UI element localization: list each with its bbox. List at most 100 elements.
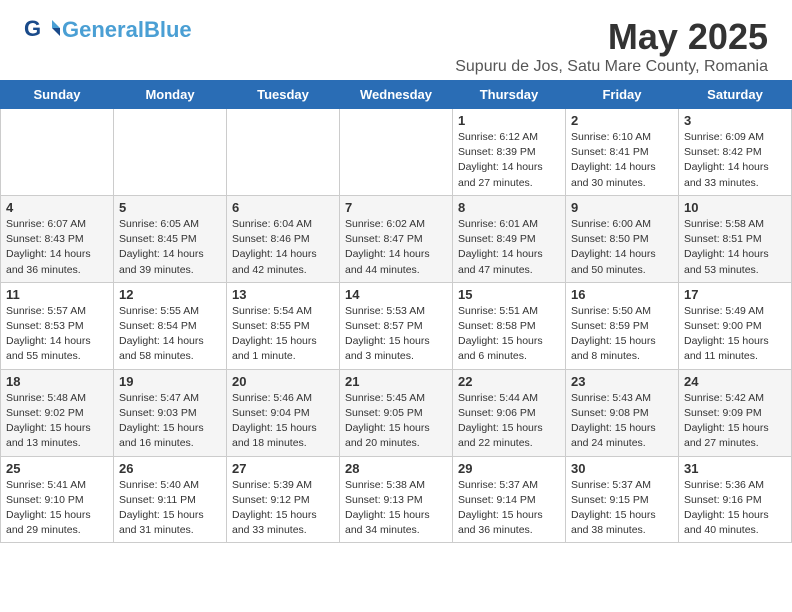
day-info: Sunrise: 6:07 AM Sunset: 8:43 PM Dayligh…	[6, 217, 108, 278]
calendar-cell: 21Sunrise: 5:45 AM Sunset: 9:05 PM Dayli…	[340, 369, 453, 456]
calendar-cell: 26 Sunrise: 5:40 AM Sunset: 9:11 PM Dayli…	[114, 456, 227, 543]
calendar-cell: 22Sunrise: 5:44 AM Sunset: 9:06 PM Dayli…	[453, 369, 566, 456]
weekday-header-row: SundayMondayTuesdayWednesdayThursdayFrid…	[1, 81, 792, 109]
calendar-cell: 24 Sunrise: 5:42 AM Sunset: 9:09 PM Dayli…	[679, 369, 792, 456]
calendar-cell: 8 Sunrise: 6:01 AM Sunset: 8:49 PM Daylig…	[453, 195, 566, 282]
weekday-header-thursday: Thursday	[453, 81, 566, 109]
calendar-cell: 15 Sunrise: 5:51 AM Sunset: 8:58 PM Dayli…	[453, 282, 566, 369]
day-info: Sunrise: 5:48 AM Sunset: 9:02 PM Dayligh…	[6, 391, 108, 452]
day-info: Sunrise: 6:12 AM Sunset: 8:39 PM Dayligh…	[458, 130, 560, 191]
day-number: 8	[458, 200, 560, 215]
day-number: 13	[232, 287, 334, 302]
title-block: May 2025 Supuru de Jos, Satu Mare County…	[455, 16, 768, 76]
calendar-cell: 16 Sunrise: 5:50 AM Sunset: 8:59 PM Dayli…	[566, 282, 679, 369]
calendar-cell: 6 Sunrise: 6:04 AM Sunset: 8:46 PM Daylig…	[227, 195, 340, 282]
day-info: Sunrise: 5:49 AM Sunset: 9:00 PM Dayligh…	[684, 304, 786, 365]
logo-text-block: GeneralBlue	[62, 17, 192, 43]
day-number: 4	[6, 200, 108, 215]
calendar-cell: 10 Sunrise: 5:58 AM Sunset: 8:51 PM Dayli…	[679, 195, 792, 282]
day-info: Sunrise: 5:55 AM Sunset: 8:54 PM Dayligh…	[119, 304, 221, 365]
day-info: Sunrise: 5:51 AM Sunset: 8:58 PM Dayligh…	[458, 304, 560, 365]
day-info: Sunrise: 5:57 AM Sunset: 8:53 PM Dayligh…	[6, 304, 108, 365]
calendar-cell: 28Sunrise: 5:38 AM Sunset: 9:13 PM Dayli…	[340, 456, 453, 543]
calendar-cell: 18 Sunrise: 5:48 AM Sunset: 9:02 PM Dayli…	[1, 369, 114, 456]
day-number: 10	[684, 200, 786, 215]
logo-general: General	[62, 17, 144, 42]
svg-text:G: G	[24, 16, 41, 41]
day-number: 20	[232, 374, 334, 389]
day-info: Sunrise: 5:58 AM Sunset: 8:51 PM Dayligh…	[684, 217, 786, 278]
weekday-header-sunday: Sunday	[1, 81, 114, 109]
day-info: Sunrise: 5:53 AM Sunset: 8:57 PM Dayligh…	[345, 304, 447, 365]
day-info: Sunrise: 5:42 AM Sunset: 9:09 PM Dayligh…	[684, 391, 786, 452]
day-info: Sunrise: 6:02 AM Sunset: 8:47 PM Dayligh…	[345, 217, 447, 278]
calendar-cell: 7 Sunrise: 6:02 AM Sunset: 8:47 PM Daylig…	[340, 195, 453, 282]
day-info: Sunrise: 6:10 AM Sunset: 8:41 PM Dayligh…	[571, 130, 673, 191]
calendar-cell: 3 Sunrise: 6:09 AM Sunset: 8:42 PM Daylig…	[679, 109, 792, 196]
calendar-cell: 29Sunrise: 5:37 AM Sunset: 9:14 PM Dayli…	[453, 456, 566, 543]
calendar-cell: 13 Sunrise: 5:54 AM Sunset: 8:55 PM Dayli…	[227, 282, 340, 369]
day-number: 1	[458, 113, 560, 128]
calendar-cell: 25Sunrise: 5:41 AM Sunset: 9:10 PM Dayli…	[1, 456, 114, 543]
day-info: Sunrise: 5:37 AM Sunset: 9:14 PM Dayligh…	[458, 478, 560, 539]
day-info: Sunrise: 5:36 AM Sunset: 9:16 PM Dayligh…	[684, 478, 786, 539]
day-info: Sunrise: 6:09 AM Sunset: 8:42 PM Dayligh…	[684, 130, 786, 191]
weekday-header-friday: Friday	[566, 81, 679, 109]
day-info: Sunrise: 6:04 AM Sunset: 8:46 PM Dayligh…	[232, 217, 334, 278]
day-number: 27	[232, 461, 334, 476]
logo-icon: G	[24, 16, 60, 44]
calendar-cell	[1, 109, 114, 196]
calendar-cell: 17 Sunrise: 5:49 AM Sunset: 9:00 PM Dayli…	[679, 282, 792, 369]
day-number: 5	[119, 200, 221, 215]
calendar-cell: 5 Sunrise: 6:05 AM Sunset: 8:45 PM Daylig…	[114, 195, 227, 282]
day-number: 16	[571, 287, 673, 302]
calendar-cell: 2 Sunrise: 6:10 AM Sunset: 8:41 PM Daylig…	[566, 109, 679, 196]
calendar-cell: 20 Sunrise: 5:46 AM Sunset: 9:04 PM Dayli…	[227, 369, 340, 456]
day-number: 18	[6, 374, 108, 389]
calendar-cell: 12 Sunrise: 5:55 AM Sunset: 8:54 PM Dayli…	[114, 282, 227, 369]
calendar-body: 1 Sunrise: 6:12 AM Sunset: 8:39 PM Daylig…	[1, 109, 792, 543]
day-number: 12	[119, 287, 221, 302]
calendar-subtitle: Supuru de Jos, Satu Mare County, Romania	[455, 58, 768, 76]
logo-blue: Blue	[144, 17, 192, 42]
day-number: 30	[571, 461, 673, 476]
day-info: Sunrise: 5:43 AM Sunset: 9:08 PM Dayligh…	[571, 391, 673, 452]
day-number: 15	[458, 287, 560, 302]
day-number: 17	[684, 287, 786, 302]
day-info: Sunrise: 6:01 AM Sunset: 8:49 PM Dayligh…	[458, 217, 560, 278]
calendar-header: SundayMondayTuesdayWednesdayThursdayFrid…	[1, 81, 792, 109]
day-number: 6	[232, 200, 334, 215]
day-number: 2	[571, 113, 673, 128]
calendar-cell: 27Sunrise: 5:39 AM Sunset: 9:12 PM Dayli…	[227, 456, 340, 543]
calendar-cell	[340, 109, 453, 196]
calendar-cell: 23 Sunrise: 5:43 AM Sunset: 9:08 PM Dayli…	[566, 369, 679, 456]
day-number: 7	[345, 200, 447, 215]
day-number: 23	[571, 374, 673, 389]
logo-text: GeneralBlue	[62, 17, 192, 43]
day-info: Sunrise: 5:54 AM Sunset: 8:55 PM Dayligh…	[232, 304, 334, 365]
calendar-cell: 9Sunrise: 6:00 AM Sunset: 8:50 PM Daylig…	[566, 195, 679, 282]
weekday-header-tuesday: Tuesday	[227, 81, 340, 109]
day-info: Sunrise: 5:45 AM Sunset: 9:05 PM Dayligh…	[345, 391, 447, 452]
calendar-cell: 4 Sunrise: 6:07 AM Sunset: 8:43 PM Daylig…	[1, 195, 114, 282]
day-info: Sunrise: 5:46 AM Sunset: 9:04 PM Dayligh…	[232, 391, 334, 452]
day-info: Sunrise: 5:40 AM Sunset: 9:11 PM Dayligh…	[119, 478, 221, 539]
calendar-week-4: 18 Sunrise: 5:48 AM Sunset: 9:02 PM Dayli…	[1, 369, 792, 456]
calendar-cell	[227, 109, 340, 196]
day-info: Sunrise: 6:05 AM Sunset: 8:45 PM Dayligh…	[119, 217, 221, 278]
day-number: 28	[345, 461, 447, 476]
day-info: Sunrise: 5:50 AM Sunset: 8:59 PM Dayligh…	[571, 304, 673, 365]
calendar-cell: 30 Sunrise: 5:37 AM Sunset: 9:15 PM Dayli…	[566, 456, 679, 543]
calendar-cell	[114, 109, 227, 196]
day-info: Sunrise: 5:37 AM Sunset: 9:15 PM Dayligh…	[571, 478, 673, 539]
day-number: 3	[684, 113, 786, 128]
day-number: 24	[684, 374, 786, 389]
day-info: Sunrise: 5:41 AM Sunset: 9:10 PM Dayligh…	[6, 478, 108, 539]
weekday-header-wednesday: Wednesday	[340, 81, 453, 109]
day-number: 26	[119, 461, 221, 476]
day-info: Sunrise: 5:47 AM Sunset: 9:03 PM Dayligh…	[119, 391, 221, 452]
header: G GeneralBlue May 2025 Supuru de Jos, Sa…	[0, 0, 792, 80]
day-number: 14	[345, 287, 447, 302]
weekday-header-saturday: Saturday	[679, 81, 792, 109]
calendar-week-3: 11Sunrise: 5:57 AM Sunset: 8:53 PM Dayli…	[1, 282, 792, 369]
